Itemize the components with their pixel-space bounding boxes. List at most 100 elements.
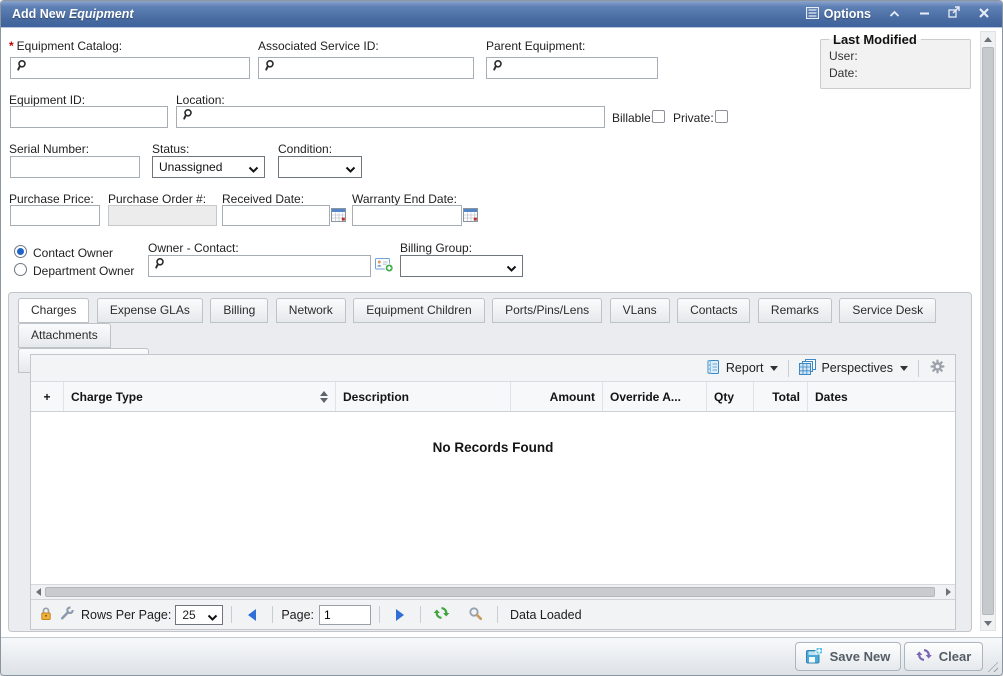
associated-service-label: Associated Service ID: — [258, 39, 379, 53]
grid-header-row: + Charge Type Description Amount Overrid… — [31, 382, 955, 412]
page-number-input[interactable] — [319, 605, 371, 625]
grid-search-icon — [468, 606, 483, 624]
billable-label: Billable: — [612, 111, 654, 125]
minimize-button[interactable] — [917, 7, 931, 21]
equipment-id-input[interactable] — [10, 106, 168, 128]
collapse-button[interactable] — [887, 7, 901, 21]
window-vertical-scrollbar[interactable] — [980, 31, 996, 631]
grid-settings-button[interactable] — [930, 359, 945, 377]
toolbar-separator — [788, 360, 789, 377]
lock-columns-button[interactable] — [39, 606, 53, 624]
owner-contact-label: Owner - Contact: — [148, 241, 239, 255]
tab-attachments[interactable]: Attachments — [18, 323, 111, 348]
hscroll-thumb[interactable] — [45, 587, 935, 597]
equipment-catalog-input[interactable] — [10, 57, 250, 79]
column-header-description[interactable]: Description — [336, 382, 511, 411]
tab-equipment-children[interactable]: Equipment Children — [353, 298, 484, 323]
purchase-price-input[interactable] — [10, 205, 100, 226]
perspectives-button[interactable]: Perspectives — [796, 357, 911, 380]
resize-grip[interactable] — [985, 659, 998, 672]
hscroll-left-arrow[interactable] — [31, 585, 45, 599]
grid-status-text: Data Loaded — [510, 608, 582, 622]
status-select[interactable]: Unassigned — [152, 156, 265, 178]
chevron-down-icon — [900, 366, 908, 371]
column-header-add[interactable]: + — [31, 382, 64, 411]
options-icon — [806, 7, 819, 22]
column-header-charge-type[interactable]: Charge Type — [64, 382, 336, 411]
parent-equipment-label: Parent Equipment: — [486, 39, 585, 53]
search-icon — [15, 59, 27, 77]
warranty-end-date-calendar-button[interactable] — [463, 207, 480, 225]
tab-vlans[interactable]: VLans — [610, 298, 670, 323]
perspectives-label: Perspectives — [821, 361, 893, 375]
tab-service-desk[interactable]: Service Desk — [839, 298, 936, 323]
chevron-down-icon — [345, 163, 356, 177]
options-button[interactable]: Options — [806, 7, 871, 22]
purchase-price-label: Purchase Price: — [9, 192, 94, 206]
add-contact-button[interactable] — [375, 256, 394, 278]
clear-button[interactable]: Clear — [904, 642, 983, 671]
column-header-amount[interactable]: Amount — [511, 382, 603, 411]
column-header-override-amount[interactable]: Override A... — [603, 382, 707, 411]
add-new-equipment-dialog: Add New Equipment Options * — [0, 0, 1003, 676]
lock-icon — [39, 606, 53, 624]
save-new-button[interactable]: Save New — [795, 642, 901, 671]
dialog-body: *Equipment Catalog: Associated Service I… — [1, 28, 1002, 637]
owner-contact-input[interactable] — [148, 255, 371, 277]
last-modified-title: Last Modified — [829, 32, 921, 47]
column-header-qty[interactable]: Qty — [707, 382, 754, 411]
close-button[interactable] — [977, 7, 991, 21]
received-date-input[interactable] — [222, 205, 330, 226]
left-triangle-icon — [36, 588, 41, 596]
report-button[interactable]: Report — [702, 357, 782, 380]
parent-equipment-input[interactable] — [486, 57, 658, 79]
customize-grid-button[interactable] — [59, 606, 75, 624]
column-header-total[interactable]: Total — [754, 382, 808, 411]
private-checkbox[interactable] — [715, 110, 728, 123]
contact-owner-radio[interactable] — [14, 245, 27, 258]
next-page-button[interactable] — [396, 609, 404, 621]
tab-expense-glas[interactable]: Expense GLAs — [97, 298, 203, 323]
report-icon — [705, 359, 721, 378]
tab-charges[interactable]: Charges — [18, 298, 89, 323]
clear-label: Clear — [939, 649, 972, 664]
associated-service-input[interactable] — [258, 57, 474, 79]
billing-group-label: Billing Group: — [400, 241, 472, 255]
previous-page-button[interactable] — [248, 609, 256, 621]
vscroll-up-arrow[interactable] — [981, 32, 995, 46]
tab-network[interactable]: Network — [276, 298, 346, 323]
pager-separator — [420, 606, 421, 623]
department-owner-radio[interactable] — [14, 263, 27, 276]
add-contact-icon — [375, 260, 394, 277]
condition-select[interactable] — [278, 156, 362, 178]
options-label: Options — [824, 7, 871, 21]
location-input[interactable] — [176, 106, 605, 128]
rows-per-page-value: 25 — [182, 608, 195, 622]
clear-icon — [916, 647, 932, 666]
rows-per-page-select[interactable]: 25 — [175, 605, 223, 625]
column-header-dates[interactable]: Dates — [808, 382, 955, 411]
warranty-end-date-input[interactable] — [352, 205, 462, 226]
popout-button[interactable] — [947, 7, 961, 21]
search-grid-button[interactable] — [468, 606, 483, 624]
tab-ports-pins-lens[interactable]: Ports/Pins/Lens — [492, 298, 602, 323]
billable-checkbox[interactable] — [652, 110, 665, 123]
private-label: Private: — [673, 111, 714, 125]
purchase-order-input — [108, 205, 217, 226]
pager-separator — [231, 606, 232, 623]
grid-horizontal-scrollbar[interactable] — [31, 584, 955, 599]
popout-icon — [948, 5, 960, 23]
refresh-grid-button[interactable] — [433, 605, 450, 624]
hscroll-right-arrow[interactable] — [941, 585, 955, 599]
tab-contacts[interactable]: Contacts — [677, 298, 750, 323]
vscroll-down-arrow[interactable] — [981, 616, 995, 630]
tab-billing[interactable]: Billing — [210, 298, 268, 323]
charges-grid: Report Perspectives + — [30, 354, 956, 630]
billing-group-select[interactable] — [400, 255, 523, 277]
tab-remarks[interactable]: Remarks — [758, 298, 832, 323]
search-icon — [263, 59, 275, 77]
sort-icon[interactable] — [314, 391, 328, 403]
serial-number-input[interactable] — [10, 156, 140, 178]
vscroll-thumb[interactable] — [982, 47, 994, 615]
received-date-calendar-button[interactable] — [331, 207, 348, 225]
